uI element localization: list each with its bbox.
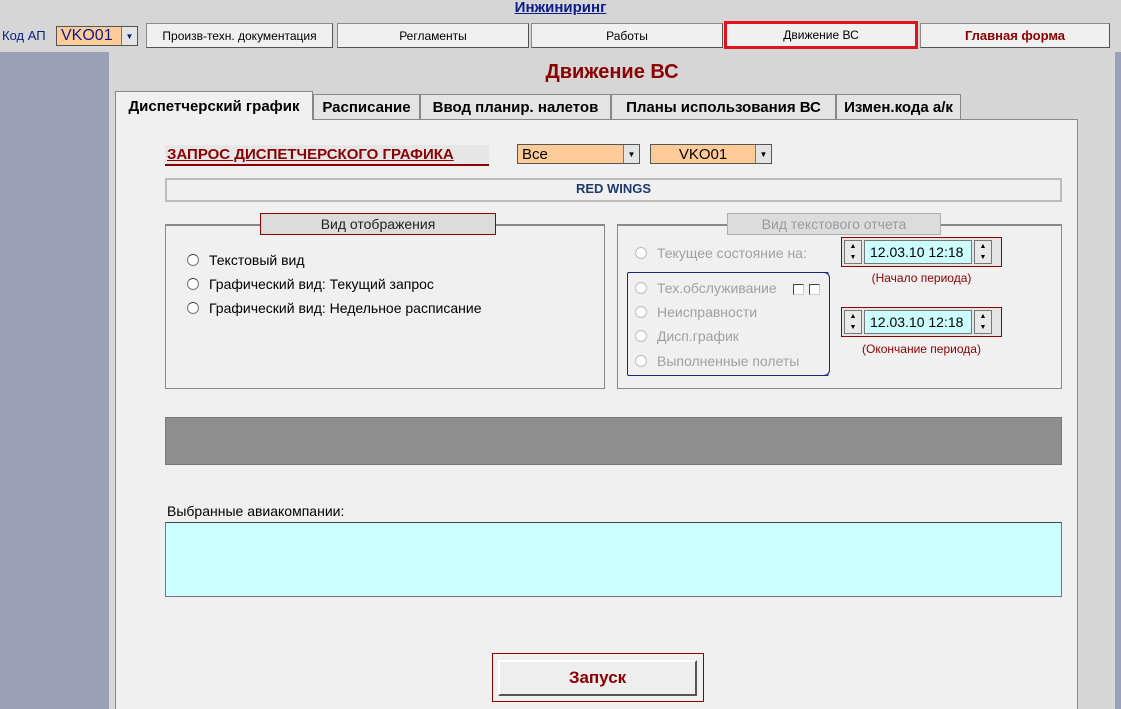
period-start-input[interactable]: 12.03.10 12:18: [864, 240, 972, 264]
radio-label: Выполненные полеты: [657, 353, 800, 369]
radio-icon[interactable]: [187, 254, 199, 266]
radio-label: Графический вид: Недельное расписание: [209, 300, 482, 316]
tab-content: [115, 119, 1078, 709]
radio-label: Текущее состояние на:: [657, 245, 807, 261]
nav-docs-button[interactable]: Произв-техн. документация: [146, 23, 333, 48]
radio-icon[interactable]: [187, 278, 199, 290]
tab-timetable[interactable]: Расписание: [313, 94, 420, 119]
filter-select[interactable]: Все ▼: [517, 144, 640, 164]
radio-icon[interactable]: [635, 247, 647, 259]
radio-graph-weekly[interactable]: Графический вид: Недельное расписание: [187, 300, 481, 316]
filter-value: Все: [522, 145, 548, 163]
chevron-down-icon[interactable]: ▼: [121, 27, 137, 45]
page-title: Движение ВС: [545, 61, 679, 83]
period-start-caption: (Начало периода): [871, 271, 972, 285]
nav-regulations-button[interactable]: Регламенты: [337, 23, 529, 48]
tab-dispatch-schedule[interactable]: Диспетчерский график: [115, 91, 313, 120]
radio-label: Дисп.график: [657, 328, 739, 344]
text-report-title: Вид текстового отчета: [727, 213, 941, 235]
radio-icon[interactable]: [635, 355, 647, 367]
query-label: ЗАПРОС ДИСПЕТЧЕРСКОГО ГРАФИКА: [165, 145, 489, 166]
radio-text-view[interactable]: Текстовый вид: [187, 252, 305, 268]
tab-airline-code-change[interactable]: Измен.кода а/к: [836, 94, 961, 119]
radio-icon[interactable]: [635, 282, 647, 294]
period-end-input[interactable]: 12.03.10 12:18: [864, 310, 972, 334]
nav-main-form-button[interactable]: Главная форма: [920, 23, 1110, 48]
view-mode-title: Вид отображения: [260, 213, 496, 235]
right-strip: [1115, 52, 1121, 709]
period-end-picker: ▲ ▼ 12.03.10 12:18 ▲ ▼: [841, 307, 1002, 337]
spinner-icon[interactable]: ▲ ▼: [844, 310, 862, 334]
airport-code-select[interactable]: VKO01 ▼: [56, 26, 138, 46]
radio-maintenance[interactable]: Тех.обслуживание: [635, 280, 777, 296]
period-start-picker: ▲ ▼ 12.03.10 12:18 ▲ ▼: [841, 237, 1002, 267]
chevron-down-icon[interactable]: ▼: [755, 145, 771, 163]
radio-current-state[interactable]: Текущее состояние на:: [635, 245, 807, 261]
airport-code-label: Код АП: [2, 28, 46, 43]
airport-value: VKO01: [678, 145, 728, 163]
radio-completed-flights[interactable]: Выполненные полеты: [635, 353, 799, 369]
radio-icon[interactable]: [635, 330, 647, 342]
radio-label: Графический вид: Текущий запрос: [209, 276, 434, 292]
maintenance-checkbox-1[interactable]: [793, 284, 804, 295]
tab-usage-plans[interactable]: Планы использования ВС: [611, 94, 836, 119]
nav-works-button[interactable]: Работы: [531, 23, 723, 48]
tab-planned-hours[interactable]: Ввод планир. налетов: [420, 94, 611, 119]
spinner-icon[interactable]: ▲ ▼: [974, 310, 992, 334]
radio-icon[interactable]: [187, 302, 199, 314]
airport-select[interactable]: VKO01 ▼: [650, 144, 772, 164]
radio-faults[interactable]: Неисправности: [635, 304, 757, 320]
selected-airlines-label: Выбранные авиакомпании:: [167, 503, 345, 519]
status-bar: [165, 417, 1062, 465]
selected-airlines-list[interactable]: [165, 522, 1062, 597]
radio-dispatch[interactable]: Дисп.график: [635, 328, 739, 344]
nav-aircraft-movement-button[interactable]: Движение ВС: [724, 21, 918, 49]
chevron-down-icon[interactable]: ▼: [623, 145, 639, 163]
spinner-icon[interactable]: ▲ ▼: [844, 240, 862, 264]
app-title[interactable]: Инжиниринг: [0, 0, 1121, 16]
airport-code-value: VKO01: [61, 27, 113, 44]
airline-name: RED WINGS: [165, 178, 1062, 202]
spinner-icon[interactable]: ▲ ▼: [974, 240, 992, 264]
brace-right: [820, 272, 830, 376]
radio-label: Тех.обслуживание: [657, 280, 777, 296]
radio-label: Текстовый вид: [209, 252, 305, 268]
radio-graph-current[interactable]: Графический вид: Текущий запрос: [187, 276, 434, 292]
left-strip: [0, 52, 109, 709]
period-end-caption: (Окончание периода): [862, 342, 981, 356]
run-button[interactable]: Запуск: [498, 660, 697, 696]
maintenance-checkbox-2[interactable]: [809, 284, 820, 295]
radio-icon[interactable]: [635, 306, 647, 318]
radio-label: Неисправности: [657, 304, 758, 320]
